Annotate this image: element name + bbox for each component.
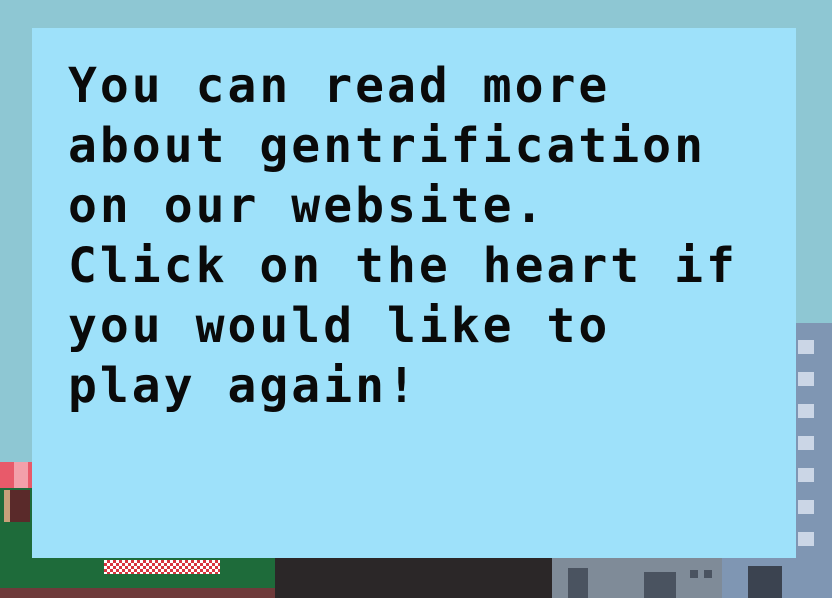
- shop-base: [0, 588, 275, 598]
- dialog-line: you would like to: [68, 298, 611, 354]
- character-sprite: [4, 490, 30, 522]
- building-window: [644, 572, 676, 598]
- shop-checkered-sign: [104, 560, 220, 574]
- building-window: [798, 372, 814, 386]
- game-scene: You can read more about gentrification o…: [0, 0, 832, 598]
- dialog-line: about gentrification: [68, 118, 706, 174]
- building-window: [798, 500, 814, 514]
- building-door: [568, 568, 588, 598]
- building-window: [704, 570, 712, 578]
- building-window: [690, 570, 698, 578]
- dark-building: [275, 558, 552, 598]
- dialog-text: You can read more about gentrification o…: [68, 56, 760, 416]
- building-window: [798, 532, 814, 546]
- dialog-line: You can read more: [68, 58, 611, 114]
- building-window: [798, 468, 814, 482]
- building-door: [748, 566, 782, 598]
- dialog-line: on our website.: [68, 178, 547, 234]
- dialog-line: Click on the heart if: [68, 238, 738, 294]
- building-window: [798, 436, 814, 450]
- building-window: [798, 340, 814, 354]
- building-window: [798, 404, 814, 418]
- dialog-panel: You can read more about gentrification o…: [32, 28, 796, 558]
- dialog-line: play again!: [68, 358, 419, 414]
